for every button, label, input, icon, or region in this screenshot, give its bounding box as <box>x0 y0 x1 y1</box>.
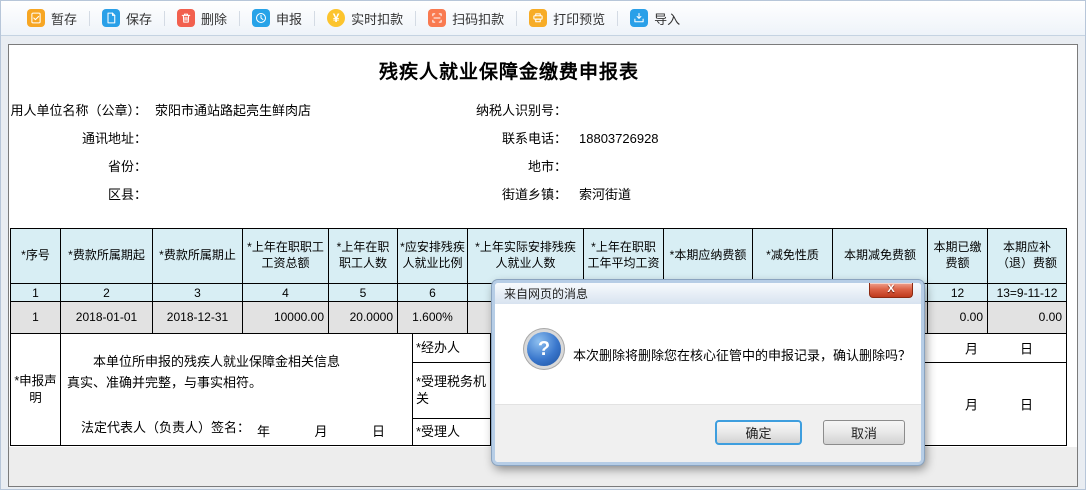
period-start-cell[interactable]: 2018-01-01 <box>61 302 153 335</box>
dialog-message: 本次删除将删除您在核心征管中的申报记录，确认删除吗？ <box>573 345 911 364</box>
staff-count-cell[interactable]: 20.0000 <box>329 302 398 335</box>
delete-label: 删除 <box>201 9 227 28</box>
dialog-footer: 确定 取消 <box>495 404 921 462</box>
declare-button[interactable]: 申报 <box>240 1 314 35</box>
declaration-line2: 真实、准确并完整，与事实相符。 <box>67 372 406 391</box>
declaration-text-cell: 本单位所申报的残疾人就业保障金相关信息 真实、准确并完整，与事实相符。 法定代表… <box>61 334 413 446</box>
day-label: 日 <box>372 421 385 440</box>
realtime-deduct-label: 实时扣款 <box>351 9 403 28</box>
declaration-label: *申报声明 <box>11 334 61 446</box>
period-end-cell[interactable]: 2018-12-31 <box>153 302 243 335</box>
temp-save-label: 暂存 <box>51 9 77 28</box>
col-header: 本期减免费额 <box>833 229 928 284</box>
scan-pay-button[interactable]: 扫码扣款 <box>416 1 516 35</box>
balance-amount-cell: 0.00 <box>988 302 1067 335</box>
printer-icon <box>529 9 547 27</box>
province-label: 省份： <box>9 159 147 175</box>
city-label: 地市： <box>409 159 567 175</box>
confirm-button[interactable]: 确定 <box>715 420 802 445</box>
acceptor-label: *受理人 <box>413 419 491 446</box>
table-header-row: *序号 *费款所属期起 *费款所属期止 *上年在职职工工资总额 *上年在职职工人… <box>11 229 1067 284</box>
col-header: *减免性质 <box>753 229 833 284</box>
realtime-deduct-button[interactable]: ¥ 实时扣款 <box>315 1 415 35</box>
temp-save-button[interactable]: 暂存 <box>15 1 89 35</box>
save-button[interactable]: 保存 <box>90 1 164 35</box>
paid-amount-cell: 0.00 <box>928 302 988 335</box>
col-header: 本期应补（退）费额 <box>988 229 1067 284</box>
col-index: 5 <box>329 284 398 302</box>
import-label: 导入 <box>654 9 680 28</box>
month-label: 月 <box>314 421 327 440</box>
year-label: 年 <box>257 421 270 440</box>
serial-cell: 1 <box>11 302 61 335</box>
delete-button[interactable]: 删除 <box>165 1 239 35</box>
mailing-address-label: 通讯地址： <box>9 131 147 147</box>
dialog-title: 来自网页的消息 <box>504 285 588 302</box>
dialog-body: ? 本次删除将删除您在核心征管中的申报记录，确认删除吗？ <box>495 304 921 404</box>
save-label: 保存 <box>126 9 152 28</box>
cancel-button[interactable]: 取消 <box>823 420 905 445</box>
dialog-titlebar[interactable]: 来自网页的消息 <box>495 283 921 304</box>
question-icon: ? <box>527 332 561 366</box>
col-index: 2 <box>61 284 153 302</box>
print-preview-button[interactable]: 打印预览 <box>517 1 617 35</box>
close-icon[interactable]: X <box>869 283 913 298</box>
clock-icon <box>252 9 270 27</box>
declare-label: 申报 <box>276 9 302 28</box>
qr-scan-icon <box>428 9 446 27</box>
tax-office-label: *受理税务机关 <box>413 363 491 419</box>
col-index: 4 <box>243 284 329 302</box>
save-doc-icon <box>102 9 120 27</box>
declaration-line1: 本单位所申报的残疾人就业保障金相关信息 <box>67 351 406 370</box>
day-label: 日 <box>1020 395 1033 414</box>
col-header: *上年在职职工人数 <box>329 229 398 284</box>
clipboard-icon <box>27 9 45 27</box>
col-header: *费款所属期起 <box>61 229 153 284</box>
street-label: 街道乡镇： <box>409 187 567 203</box>
col-index: 3 <box>153 284 243 302</box>
col-index: 1 <box>11 284 61 302</box>
scan-pay-label: 扫码扣款 <box>452 9 504 28</box>
col-header: *上年在职职工工资总额 <box>243 229 329 284</box>
col-header: *费款所属期止 <box>153 229 243 284</box>
col-header: *上年实际安排残疾人就业人数 <box>468 229 584 284</box>
agent-label: *经办人 <box>413 334 491 363</box>
import-icon <box>630 9 648 27</box>
employer-name-value: 荥阳市通站路起亮生鲜肉店 <box>155 103 311 119</box>
col-header: *序号 <box>11 229 61 284</box>
col-header: 本期已缴费额 <box>928 229 988 284</box>
total-salary-cell[interactable]: 10000.00 <box>243 302 329 335</box>
month-label: 月 <box>965 395 978 414</box>
col-index: 12 <box>928 284 988 302</box>
taxpayer-id-label: 纳税人识别号： <box>409 103 567 119</box>
toolbar: 暂存 保存 删除 申报 ¥ 实时扣款 <box>1 1 1085 36</box>
col-header: *上年在职职工年平均工资 <box>584 229 664 284</box>
import-button[interactable]: 导入 <box>618 1 692 35</box>
phone-label: 联系电话： <box>409 131 567 147</box>
month-label: 月 <box>965 339 978 358</box>
col-header: *本期应纳费额 <box>664 229 753 284</box>
page-title: 残疾人就业保障金缴费申报表 <box>9 57 1009 84</box>
employer-name-label: 用人单位名称（公章）： <box>9 103 147 119</box>
ratio-cell: 1.600% <box>398 302 468 335</box>
col-index: 6 <box>398 284 468 302</box>
webpage-message-dialog: 来自网页的消息 X ? 本次删除将删除您在核心征管中的申报记录，确认删除吗？ 确… <box>492 280 924 465</box>
yen-coin-icon: ¥ <box>327 9 345 27</box>
street-value: 索河街道 <box>579 187 631 203</box>
col-index: 13=9-11-12 <box>988 284 1067 302</box>
app-window: 暂存 保存 删除 申报 ¥ 实时扣款 <box>0 0 1086 490</box>
phone-value: 18803726928 <box>579 131 659 147</box>
sign-date-placeholder: 年 月 日 <box>257 421 385 440</box>
day-label: 日 <box>1020 339 1033 358</box>
print-preview-label: 打印预览 <box>553 9 605 28</box>
county-label: 区县： <box>9 187 147 203</box>
trash-icon <box>177 9 195 27</box>
col-header: *应安排残疾人就业比例 <box>398 229 468 284</box>
